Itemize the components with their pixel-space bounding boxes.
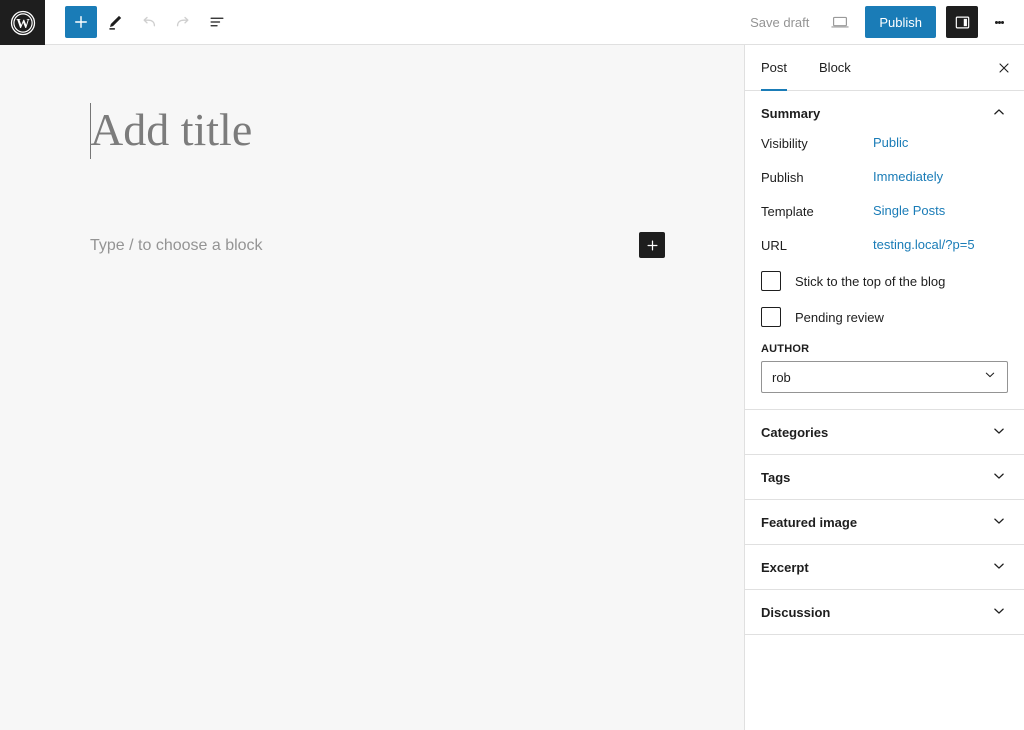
author-select-wrapper: rob [761, 361, 1008, 393]
editor-header: W Save draft Publish [0, 0, 1024, 45]
undo-arrow-icon[interactable] [133, 6, 165, 38]
sidebar-tab-bar: Post Block [745, 45, 1024, 91]
chevron-down-icon [990, 602, 1008, 623]
chevron-up-icon [990, 103, 1008, 124]
editor-body: Add title Type / to choose a block Post … [0, 45, 1024, 730]
chevron-down-icon [990, 467, 1008, 488]
panel-excerpt-header[interactable]: Excerpt [745, 545, 1024, 589]
url-value-button[interactable]: testing.local/?p=5 [873, 237, 975, 252]
editor-canvas[interactable]: Add title Type / to choose a block [0, 45, 744, 730]
summary-row-publish: Publish Immediately [761, 169, 1008, 189]
close-x-icon[interactable] [984, 45, 1024, 90]
tab-post[interactable]: Post [745, 45, 803, 91]
author-select[interactable]: rob [761, 361, 1008, 393]
panel-discussion-title: Discussion [761, 604, 831, 620]
summary-label: Visibility [761, 136, 808, 151]
header-toolbar-left [45, 0, 233, 44]
panel-summary: Summary Visibility Public Publish Immedi… [745, 91, 1024, 410]
publish-button[interactable]: Publish [865, 6, 936, 38]
pending-review-label[interactable]: Pending review [795, 310, 884, 325]
panel-tags-header[interactable]: Tags [745, 455, 1024, 499]
panel-featured-image-title: Featured image [761, 514, 858, 530]
panel-tags: Tags [745, 455, 1024, 500]
summary-label: URL [761, 238, 788, 253]
list-view-icon[interactable] [201, 6, 233, 38]
panel-categories: Categories [745, 410, 1024, 455]
sidebar-content: Summary Visibility Public Publish Immedi… [745, 91, 1024, 730]
pencil-icon[interactable] [99, 6, 131, 38]
sticky-post-label[interactable]: Stick to the top of the blog [795, 274, 945, 289]
panel-categories-header[interactable]: Categories [745, 410, 1024, 454]
summary-row-url: URL testing.local/?p=5 [761, 237, 1008, 257]
chevron-down-icon [990, 557, 1008, 578]
panel-discussion: Discussion [745, 590, 1024, 635]
header-toolbar-right: Save draft Publish [740, 0, 1024, 44]
sticky-post-row: Stick to the top of the blog [761, 271, 1008, 291]
settings-sidebar: Post Block Summary Visibility Public Pub… [744, 45, 1024, 730]
panel-summary-header[interactable]: Summary [745, 91, 1024, 135]
chevron-down-icon [990, 512, 1008, 533]
panel-summary-title: Summary [761, 105, 821, 121]
tab-block[interactable]: Block [803, 45, 867, 90]
visibility-value-button[interactable]: Public [873, 135, 908, 150]
chevron-down-icon [990, 422, 1008, 443]
save-draft-button[interactable]: Save draft [740, 9, 819, 36]
panel-tags-title: Tags [761, 469, 791, 485]
laptop-preview-icon[interactable] [823, 5, 857, 39]
three-dots-vertical-icon[interactable] [984, 5, 1014, 39]
panel-categories-title: Categories [761, 424, 829, 440]
wordpress-logo-icon[interactable]: W [0, 0, 45, 45]
pending-review-checkbox[interactable] [761, 307, 781, 327]
default-block-placeholder[interactable]: Type / to choose a block [90, 235, 263, 257]
wordpress-block-editor: W Save draft Publish Add title Type / to… [0, 0, 1024, 730]
panel-discussion-header[interactable]: Discussion [745, 590, 1024, 634]
inline-block-inserter-button[interactable] [639, 232, 665, 258]
block-inserter-toggle[interactable] [65, 6, 97, 38]
summary-label: Publish [761, 170, 804, 185]
pending-review-row: Pending review [761, 307, 1008, 327]
panel-excerpt: Excerpt [745, 545, 1024, 590]
redo-arrow-icon[interactable] [167, 6, 199, 38]
post-title-input[interactable]: Add title [90, 104, 252, 156]
panel-summary-body: Visibility Public Publish Immediately Te… [745, 135, 1024, 409]
panel-excerpt-title: Excerpt [761, 559, 809, 575]
publish-date-value-button[interactable]: Immediately [873, 169, 943, 184]
panel-featured-image-header[interactable]: Featured image [745, 500, 1024, 544]
settings-sidebar-toggle[interactable] [946, 6, 978, 38]
template-value-button[interactable]: Single Posts [873, 203, 945, 218]
author-field-label: AUTHOR [761, 343, 810, 355]
svg-text:W: W [16, 15, 30, 30]
summary-row-visibility: Visibility Public [761, 135, 1008, 155]
dot [1000, 20, 1004, 24]
summary-label: Template [761, 204, 814, 219]
panel-featured-image: Featured image [745, 500, 1024, 545]
summary-row-template: Template Single Posts [761, 203, 1008, 223]
sticky-post-checkbox[interactable] [761, 271, 781, 291]
